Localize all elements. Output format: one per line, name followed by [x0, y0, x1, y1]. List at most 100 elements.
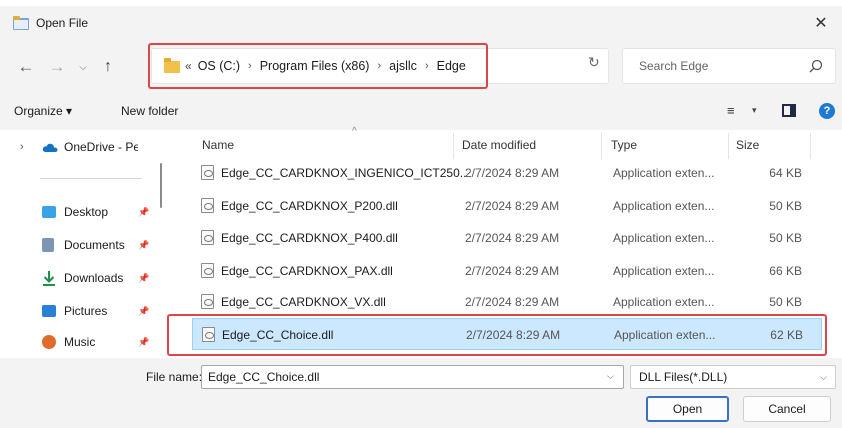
- forward-button[interactable]: →: [47, 57, 67, 77]
- chevron-down-icon[interactable]: ⌵: [607, 371, 614, 382]
- preview-pane-icon[interactable]: [782, 104, 796, 117]
- column-divider[interactable]: [728, 133, 729, 159]
- address-bar[interactable]: « OS (C:) › Program Files (x86) › ajsllc…: [151, 48, 713, 84]
- view-options-icon[interactable]: ≡: [727, 103, 735, 118]
- file-type: Application exten...: [613, 166, 715, 180]
- breadcrumb-item[interactable]: Program Files (x86): [260, 59, 370, 73]
- file-row[interactable]: Edge_CC_CARDKNOX_VX.dll 2/7/2024 8:29 AM…: [192, 286, 822, 318]
- window-title: Open File: [36, 16, 89, 30]
- sidebar-item-music[interactable]: Music 📌: [0, 330, 165, 354]
- search-input[interactable]: Search Edge: [639, 59, 708, 73]
- file-name: Edge_CC_Choice.dll: [222, 328, 334, 342]
- file-row[interactable]: Edge_CC_CARDKNOX_P200.dll 2/7/2024 8:29 …: [192, 190, 822, 222]
- column-header-type[interactable]: Type: [611, 130, 637, 160]
- search-box[interactable]: Search Edge: [622, 48, 836, 84]
- file-size: 50 KB: [769, 295, 802, 309]
- downloads-icon: [43, 271, 55, 286]
- column-label: Size: [736, 138, 760, 152]
- documents-icon: [42, 238, 54, 252]
- file-type: Application exten...: [613, 295, 715, 309]
- column-label: Type: [611, 138, 638, 152]
- breadcrumb-item[interactable]: ajsllc: [389, 59, 417, 73]
- breadcrumb-item[interactable]: OS (C:): [198, 59, 240, 73]
- close-button[interactable]: ✕: [800, 6, 842, 40]
- dll-file-icon: [201, 230, 214, 245]
- file-date: 2/7/2024 8:29 AM: [465, 295, 560, 309]
- close-icon: ✕: [814, 15, 828, 32]
- sidebar-item-label: Documents: [64, 238, 125, 252]
- sidebar-item-label: OneDrive - Pers: [64, 140, 138, 154]
- sidebar-item-label: Pictures: [64, 304, 108, 318]
- column-label: Name: [202, 138, 235, 152]
- sidebar-item-onedrive[interactable]: › OneDrive - Pers: [0, 135, 165, 159]
- file-date: 2/7/2024 8:29 AM: [465, 264, 560, 278]
- file-row[interactable]: Edge_CC_CARDKNOX_P400.dll 2/7/2024 8:29 …: [192, 222, 822, 254]
- sidebar-item-documents[interactable]: Documents 📌: [0, 233, 165, 257]
- file-size: 50 KB: [769, 231, 802, 245]
- file-size: 50 KB: [769, 199, 802, 213]
- pictures-icon: [42, 305, 56, 317]
- file-type: Application exten...: [613, 199, 715, 213]
- column-header-size[interactable]: Size: [736, 130, 759, 160]
- breadcrumb-item[interactable]: Edge: [437, 59, 466, 73]
- file-type-select[interactable]: DLL Files(*.DLL) ⌵: [630, 365, 836, 389]
- sidebar-item-label: Desktop: [64, 205, 109, 219]
- breadcrumb: « OS (C:) › Program Files (x86) › ajsllc…: [185, 59, 466, 73]
- file-list: Name ^ Date modified Type Size Edge_CC_C…: [170, 126, 842, 358]
- back-button[interactable]: ←: [16, 57, 36, 77]
- help-icon[interactable]: ?: [819, 103, 835, 119]
- file-type-value: DLL Files(*.DLL): [639, 370, 728, 384]
- chevron-down-icon[interactable]: ▾: [752, 105, 757, 116]
- cancel-button[interactable]: Cancel: [743, 396, 831, 422]
- file-name: Edge_CC_CARDKNOX_INGENICO_ICT250...: [221, 166, 466, 180]
- file-size: 66 KB: [769, 264, 802, 278]
- open-button[interactable]: Open: [646, 396, 729, 422]
- dll-file-icon: [201, 294, 214, 309]
- folder-icon: [164, 58, 180, 73]
- sidebar-item-pictures[interactable]: Pictures 📌: [0, 299, 165, 323]
- up-button[interactable]: ↑: [98, 57, 118, 77]
- file-name-input[interactable]: [201, 365, 624, 389]
- app-icon: [13, 16, 29, 30]
- organize-button[interactable]: Organize ▾: [14, 104, 72, 118]
- command-bar: Organize ▾ New folder ≡ ▾ ?: [0, 94, 842, 130]
- dll-file-icon: [201, 198, 214, 213]
- column-header-name[interactable]: Name ^: [202, 126, 452, 160]
- music-icon: [42, 335, 56, 349]
- file-name: Edge_CC_CARDKNOX_PAX.dll: [221, 264, 393, 278]
- title-bar: Open File ✕: [0, 6, 842, 40]
- dll-file-icon: [202, 327, 215, 342]
- file-row[interactable]: Edge_CC_CARDKNOX_PAX.dll 2/7/2024 8:29 A…: [192, 255, 822, 287]
- desktop-icon: [42, 206, 56, 218]
- dll-file-icon: [201, 165, 214, 180]
- chevron-right-icon: ›: [424, 60, 429, 72]
- breadcrumb-overflow[interactable]: «: [185, 59, 192, 73]
- sidebar-item-downloads[interactable]: Downloads 📌: [0, 266, 165, 290]
- chevron-right-icon[interactable]: ›: [20, 141, 24, 153]
- arrow-up-icon: ↑: [104, 58, 112, 75]
- column-divider[interactable]: [453, 133, 454, 159]
- chevron-down-icon: ⌵: [820, 372, 827, 382]
- column-divider[interactable]: [810, 133, 811, 159]
- pin-icon: 📌: [138, 206, 150, 217]
- sidebar-item-desktop[interactable]: Desktop 📌: [0, 200, 165, 224]
- file-name: Edge_CC_CARDKNOX_P200.dll: [221, 199, 398, 213]
- file-date: 2/7/2024 8:29 AM: [465, 166, 560, 180]
- navigation-pane: › OneDrive - Pers Desktop 📌 Documents 📌 …: [0, 130, 170, 358]
- file-name: Edge_CC_CARDKNOX_VX.dll: [221, 295, 386, 309]
- column-header-date[interactable]: Date modified: [462, 130, 536, 160]
- arrow-right-icon: →: [48, 57, 66, 76]
- new-folder-button[interactable]: New folder: [121, 104, 178, 118]
- recent-locations-button[interactable]: ⌵: [73, 57, 93, 77]
- column-label: Date modified: [462, 138, 537, 152]
- file-row-selected[interactable]: Edge_CC_Choice.dll 2/7/2024 8:29 AM Appl…: [192, 318, 822, 350]
- file-row[interactable]: Edge_CC_CARDKNOX_INGENICO_ICT250... 2/7/…: [192, 157, 822, 189]
- file-type: Application exten...: [613, 264, 715, 278]
- pin-icon: 📌: [138, 336, 150, 347]
- file-type: Application exten...: [614, 328, 716, 342]
- column-divider[interactable]: [601, 133, 602, 159]
- refresh-icon[interactable]: ↻: [588, 54, 600, 71]
- file-size: 64 KB: [769, 166, 802, 180]
- file-date: 2/7/2024 8:29 AM: [465, 199, 560, 213]
- file-name: Edge_CC_CARDKNOX_P400.dll: [221, 231, 398, 245]
